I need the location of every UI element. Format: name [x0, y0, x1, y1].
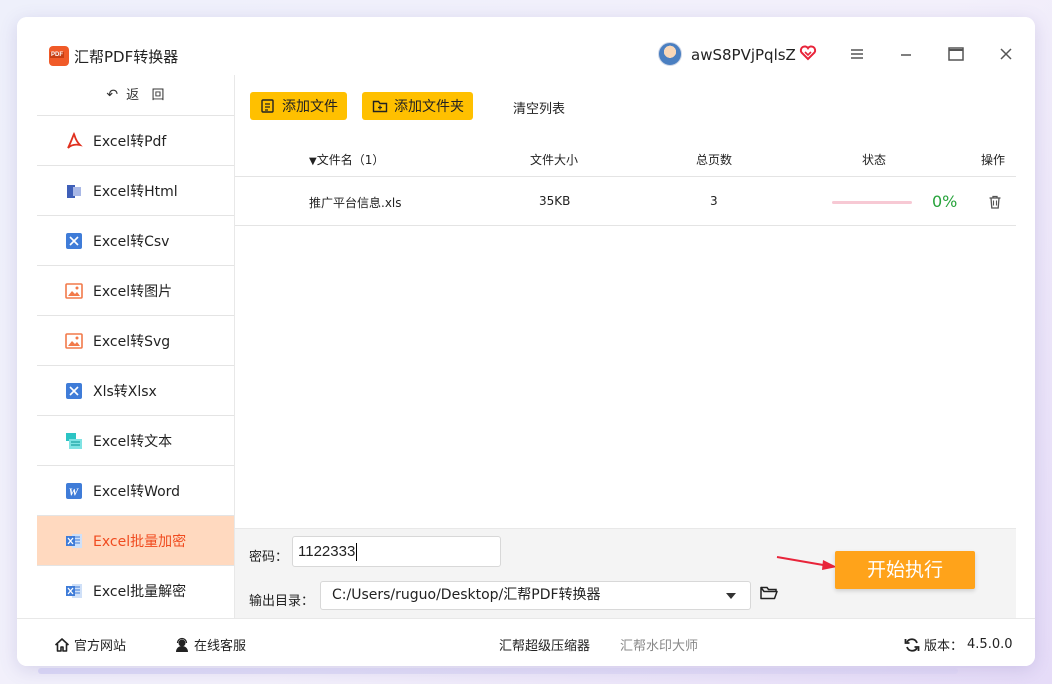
close-icon[interactable] — [995, 43, 1017, 65]
page-count-cell: 3 — [710, 194, 718, 208]
app-logo-icon — [49, 46, 69, 66]
action-header: 操作 — [981, 153, 1006, 167]
settings-panel: 密码： 1122333 输出目录： C:/Users/ruguo/Desktop… — [235, 528, 1016, 618]
refresh-icon — [904, 637, 920, 652]
sidebar-item-excel-to-text[interactable]: Excel转文本 — [37, 415, 234, 465]
menu-icon[interactable] — [846, 43, 868, 65]
product-link-watermark[interactable]: 汇帮水印大师 — [620, 635, 698, 654]
add-file-icon — [261, 99, 274, 113]
sidebar-item-excel-to-csv[interactable]: Excel转Csv — [37, 215, 234, 265]
excel-batch-icon — [66, 533, 82, 548]
image-icon — [65, 282, 83, 299]
folder-open-icon[interactable] — [760, 585, 778, 601]
table-header: ▼文件名（1） 文件大小 总页数 状态 操作 — [235, 139, 1016, 176]
file-size-cell: 35KB — [539, 194, 571, 208]
image-icon — [65, 332, 83, 349]
home-icon — [54, 637, 70, 652]
excel-icon — [66, 382, 82, 399]
password-input[interactable]: 1122333 — [292, 536, 501, 567]
add-file-button[interactable]: 添加文件 — [250, 92, 347, 120]
excel-batch-icon — [66, 583, 82, 598]
minimize-icon[interactable] — [895, 43, 917, 65]
table-row[interactable]: 推广平台信息.xls 35KB 3 0% — [235, 176, 1016, 226]
add-folder-button[interactable]: 添加文件夹 — [362, 92, 473, 120]
filename-header[interactable]: ▼文件名（1） — [309, 151, 384, 168]
back-button[interactable]: ↶ 返 回 — [37, 75, 234, 115]
excel-icon — [66, 232, 82, 249]
pages-header: 总页数 — [696, 153, 733, 167]
sidebar-item-excel-to-svg[interactable]: Excel转Svg — [37, 315, 234, 365]
status-header: 状态 — [862, 153, 887, 167]
svg-text:W: W — [69, 486, 80, 498]
password-label: 密码： — [249, 550, 289, 565]
start-button[interactable]: 开始执行 — [835, 551, 975, 589]
vip-heart-icon[interactable] — [799, 44, 817, 62]
text-icon — [66, 432, 82, 449]
official-website-link[interactable]: 官方网站 — [54, 635, 126, 654]
output-dir-select[interactable]: C:/Users/ruguo/Desktop/汇帮PDF转换器 — [320, 581, 751, 610]
sidebar-item-excel-to-html[interactable]: Excel转Html — [37, 165, 234, 215]
footer: 官方网站 在线客服 汇帮超级压缩器 汇帮水印大师 版本： 4.5.0.0 — [17, 618, 1035, 666]
word-icon: W — [66, 482, 82, 499]
sort-down-icon: ▼ — [309, 156, 317, 167]
product-link-compressor[interactable]: 汇帮超级压缩器 — [499, 635, 590, 654]
size-header: 文件大小 — [530, 153, 579, 167]
chevron-down-icon — [726, 593, 736, 599]
maximize-icon[interactable] — [945, 43, 967, 65]
version-info[interactable]: 版本： 4.5.0.0 — [904, 635, 1013, 654]
support-agent-icon — [176, 637, 188, 652]
trash-icon[interactable] — [987, 194, 1003, 210]
red-arrow-icon — [776, 556, 837, 570]
progress-percent: 0% — [932, 192, 958, 211]
app-window: 汇帮PDF转换器 awS8PVjPqlsZ ↶返 回 Excel转Pdf — [17, 17, 1035, 666]
add-folder-icon — [372, 100, 388, 113]
sidebar-item-excel-to-image[interactable]: Excel转图片 — [37, 265, 234, 315]
clear-list-button[interactable]: 清空列表 — [513, 98, 565, 117]
html-icon — [67, 184, 81, 198]
main-panel: 添加文件 添加文件夹 清空列表 ▼文件名（1） 文件大小 总页数 状态 操作 推… — [234, 75, 1016, 618]
title-bar: 汇帮PDF转换器 awS8PVjPqlsZ — [17, 17, 1035, 75]
decorative-shadow — [38, 668, 958, 674]
username[interactable]: awS8PVjPqlsZ — [691, 46, 796, 64]
user-avatar[interactable] — [658, 42, 682, 66]
sidebar-item-excel-to-pdf[interactable]: Excel转Pdf — [37, 115, 234, 165]
app-title: 汇帮PDF转换器 — [74, 48, 179, 66]
progress-bar — [832, 201, 912, 204]
back-arrow-icon: ↶ — [106, 87, 119, 103]
sidebar-item-excel-to-word[interactable]: W Excel转Word — [37, 465, 234, 515]
online-support-link[interactable]: 在线客服 — [174, 635, 246, 654]
output-dir-label: 输出目录： — [249, 594, 315, 609]
file-name-cell: 推广平台信息.xls — [309, 196, 402, 210]
sidebar-item-xls-to-xlsx[interactable]: Xls转Xlsx — [37, 365, 234, 415]
sidebar-item-excel-batch-encrypt[interactable]: Excel批量加密 — [37, 515, 234, 565]
sidebar-item-excel-batch-decrypt[interactable]: Excel批量解密 — [37, 565, 234, 615]
sidebar: ↶ 返 回 Excel转Pdf Excel转Html Excel转Csv Exce… — [37, 75, 234, 618]
pdf-icon — [67, 131, 83, 149]
